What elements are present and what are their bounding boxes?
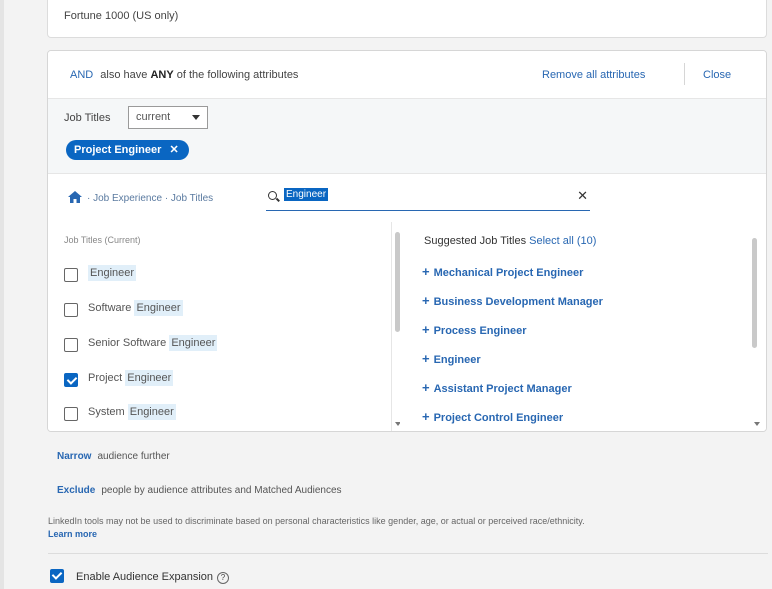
heading-pre: also have	[100, 69, 148, 81]
suggested-header: Suggested Job Titles Select all (10)	[424, 235, 596, 247]
help-icon[interactable]: ?	[217, 572, 229, 584]
suggested-item[interactable]: + Assistant Project Manager	[422, 380, 572, 395]
suggested-title: Suggested Job Titles	[424, 235, 527, 247]
expansion-label: Enable Audience Expansion?	[76, 571, 229, 584]
job-titles-list: Job Titles (Current) Engineer Software E…	[48, 222, 392, 431]
panel-heading: AND also have ANY of the following attri…	[70, 69, 298, 81]
exclude-link[interactable]: Exclude	[57, 485, 95, 496]
criteria-text: Fortune 1000 (US only)	[64, 10, 179, 22]
checkbox[interactable]	[64, 407, 78, 421]
exclude-text: people by audience attributes and Matche…	[101, 485, 342, 496]
expansion-checkbox[interactable]	[50, 569, 64, 583]
remove-all-attributes-link[interactable]: Remove all attributes	[542, 69, 645, 81]
checkbox[interactable]	[64, 338, 78, 352]
checkbox[interactable]	[64, 268, 78, 282]
narrow-row: Narrow audience further	[57, 451, 170, 462]
checkbox[interactable]	[64, 303, 78, 317]
item-label: Project Engineer	[88, 370, 174, 386]
suggested-item[interactable]: + Business Development Manager	[422, 293, 603, 308]
suggested-item[interactable]: + Engineer	[422, 351, 481, 366]
selected-job-title-chip[interactable]: Project Engineer ✕	[66, 140, 189, 160]
search-value[interactable]: Engineer	[284, 188, 329, 201]
narrow-link[interactable]: Narrow	[57, 451, 91, 462]
close-button[interactable]: Close	[703, 69, 731, 81]
header-divider	[684, 63, 685, 85]
suggested-titles-list: Suggested Job Titles Select all (10) + Mec…	[400, 222, 766, 431]
chevron-down-icon	[192, 115, 200, 120]
narrow-text: audience further	[97, 451, 170, 462]
breadcrumb[interactable]: · Job Experience · Job Titles	[87, 193, 213, 204]
chip-label: Project Engineer	[74, 144, 162, 156]
previous-criteria-card: Fortune 1000 (US only)	[47, 0, 767, 38]
item-label: System Engineer	[88, 404, 176, 420]
search-row: · Job Experience · Job Titles Engineer ✕	[48, 173, 766, 221]
and-label: AND	[70, 69, 94, 81]
section-divider	[48, 553, 768, 554]
attribute-panel: AND also have ANY of the following attri…	[47, 50, 767, 432]
item-label: Senior Software Engineer	[88, 335, 218, 351]
job-titles-label: Job Titles	[64, 112, 111, 124]
plus-icon: +	[422, 351, 430, 366]
suggested-item[interactable]: + Mechanical Project Engineer	[422, 264, 583, 279]
item-label: Software Engineer	[88, 300, 183, 316]
right-scrollbar[interactable]	[752, 238, 757, 348]
item-label: Engineer	[88, 265, 137, 281]
select-all-link[interactable]: Select all (10)	[529, 235, 596, 247]
exclude-row: Exclude people by audience attributes and…	[57, 485, 342, 496]
search-input[interactable]: Engineer ✕	[266, 185, 590, 211]
plus-icon: +	[422, 264, 430, 279]
plus-icon: +	[422, 293, 430, 308]
job-title-scope-select[interactable]: current	[128, 106, 208, 129]
left-divider	[0, 0, 4, 589]
learn-more-link[interactable]: Learn more	[48, 528, 768, 541]
list-header: Job Titles (Current)	[64, 235, 141, 245]
remove-chip-icon[interactable]: ✕	[169, 144, 178, 156]
disclaimer: LinkedIn tools may not be used to discri…	[48, 515, 768, 541]
search-icon	[268, 191, 277, 200]
heading-post: of the following attributes	[176, 69, 299, 81]
select-value: current	[136, 111, 171, 123]
home-icon[interactable]	[68, 191, 82, 203]
heading-bold: ANY	[150, 69, 174, 81]
clear-search-icon[interactable]: ✕	[577, 188, 588, 204]
suggested-item[interactable]: + Process Engineer	[422, 322, 527, 337]
panel-header: AND also have ANY of the following attri…	[48, 51, 766, 99]
plus-icon: +	[422, 322, 430, 337]
right-scroll-down-icon[interactable]	[754, 422, 760, 426]
plus-icon: +	[422, 380, 430, 395]
disclaimer-text: LinkedIn tools may not be used to discri…	[48, 516, 585, 526]
checkbox-checked[interactable]	[64, 373, 78, 387]
suggested-item[interactable]: + Project Control Engineer	[422, 409, 563, 424]
plus-icon: +	[422, 409, 430, 424]
